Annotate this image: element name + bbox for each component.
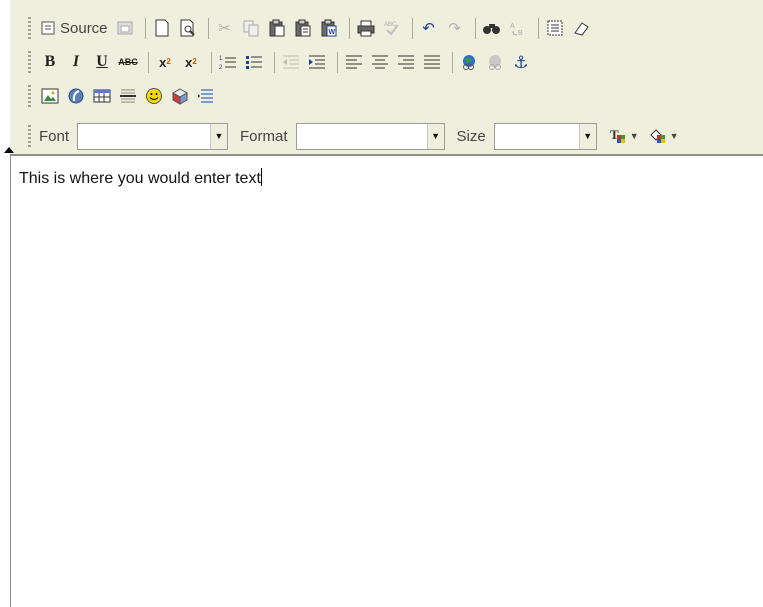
image-icon[interactable] <box>39 85 61 107</box>
svg-text:A: A <box>510 23 515 30</box>
source-button-label: Source <box>60 19 108 37</box>
toolbar-separator <box>274 51 275 73</box>
text-caret <box>260 168 262 186</box>
text-color-button[interactable]: T ▼ <box>609 124 639 148</box>
format-select-value <box>297 124 427 149</box>
toolbar-separator <box>337 51 338 73</box>
table-icon[interactable] <box>91 85 113 107</box>
indent-icon[interactable] <box>306 51 328 73</box>
text-color-icon: T <box>609 127 627 145</box>
background-color-icon <box>649 127 667 145</box>
bulleted-list-icon[interactable] <box>243 51 265 73</box>
align-center-icon[interactable] <box>369 51 391 73</box>
editor-toolbar: Source ✂ W ABC ↶ ↷ A B B I U ABC x 2 x 2… <box>10 0 763 156</box>
toolbar-separator <box>474 17 476 39</box>
underline-icon[interactable]: U <box>91 51 113 73</box>
horizontal-rule-icon[interactable] <box>117 85 139 107</box>
toolbar-separator <box>537 17 539 39</box>
copy-icon[interactable] <box>240 17 262 39</box>
toolbar-separator <box>148 51 149 73</box>
italic-icon[interactable]: I <box>65 51 87 73</box>
special-char-icon[interactable] <box>169 85 191 107</box>
source-icon <box>41 21 55 35</box>
format-select[interactable]: ▼ <box>295 122 445 150</box>
svg-text:2: 2 <box>219 65 223 71</box>
replace-icon[interactable]: AB <box>507 17 529 39</box>
select-all-icon[interactable] <box>544 17 566 39</box>
paste-icon[interactable] <box>266 17 288 39</box>
smiley-icon[interactable] <box>143 85 165 107</box>
collapse-toolbar-icon[interactable] <box>4 147 14 153</box>
size-select[interactable]: ▼ <box>493 122 597 150</box>
toolbar-separator <box>452 51 453 73</box>
font-label: Font <box>39 127 70 145</box>
chevron-down-icon: ▼ <box>669 131 679 141</box>
superscript-icon[interactable]: x2 <box>180 51 202 73</box>
format-label: Format <box>240 127 288 145</box>
paste-word-icon[interactable]: W <box>318 17 340 39</box>
chevron-down-icon[interactable]: ▼ <box>210 123 228 149</box>
anchor-icon[interactable]: ⚓ <box>510 51 532 73</box>
bold-icon[interactable]: B <box>39 51 61 73</box>
editor-content-area[interactable]: This is where you would enter text <box>10 156 763 607</box>
chevron-down-icon[interactable]: ▼ <box>578 123 596 149</box>
toolbar-separator <box>144 17 146 39</box>
editor-text: This is where you would enter text <box>19 168 262 188</box>
preview-icon[interactable] <box>177 17 199 39</box>
toolbar-separator <box>411 17 413 39</box>
toolbar-separator <box>207 17 209 39</box>
unlink-icon[interactable] <box>484 51 506 73</box>
toolbar-grip[interactable] <box>28 85 31 107</box>
chevron-down-icon: ▼ <box>629 131 639 141</box>
editor-text-content: This is where you would enter text <box>19 170 261 187</box>
find-icon[interactable] <box>481 17 503 39</box>
toolbar-separator <box>211 51 212 73</box>
print-icon[interactable] <box>355 17 377 39</box>
eraser-icon[interactable] <box>570 17 592 39</box>
align-left-icon[interactable] <box>343 51 365 73</box>
toolbar-row-1: Source ✂ W ABC ↶ ↷ A B <box>28 13 596 43</box>
numbered-list-icon[interactable]: 12 <box>217 51 239 73</box>
font-select[interactable]: ▼ <box>77 122 229 150</box>
paste-text-icon[interactable] <box>292 17 314 39</box>
align-right-icon[interactable] <box>395 51 417 73</box>
toolbar-grip[interactable] <box>28 125 31 147</box>
source-button[interactable]: Source <box>39 17 110 39</box>
toolbar-grip[interactable] <box>28 51 31 73</box>
new-page-icon[interactable] <box>151 17 173 39</box>
flash-icon[interactable] <box>65 85 87 107</box>
undo-icon[interactable]: ↶ <box>418 17 440 39</box>
svg-text:W: W <box>328 29 335 36</box>
font-select-value <box>78 124 210 149</box>
redo-icon[interactable]: ↷ <box>444 17 466 39</box>
strikethrough-icon[interactable]: ABC <box>117 51 139 73</box>
toolbar-grip[interactable] <box>28 17 31 39</box>
toolbar-row-3 <box>28 81 221 111</box>
size-select-value <box>495 124 579 149</box>
cut-icon[interactable]: ✂ <box>214 17 236 39</box>
toolbar-row-2: B I U ABC x2 x2 12 ⚓ <box>28 47 536 77</box>
svg-text:B: B <box>518 30 523 37</box>
link-icon[interactable] <box>458 51 480 73</box>
toolbar-separator <box>348 17 350 39</box>
size-label: Size <box>456 127 486 145</box>
svg-text:1: 1 <box>219 56 223 62</box>
subscript-icon[interactable]: x2 <box>154 51 176 73</box>
toolbar-row-4: Font ▼ Format ▼ Size ▼ T ▼ ▼ <box>28 120 689 152</box>
save-icon[interactable] <box>114 17 136 39</box>
justify-icon[interactable] <box>421 51 443 73</box>
svg-text:ABC: ABC <box>384 22 397 28</box>
chevron-down-icon[interactable]: ▼ <box>426 123 444 149</box>
page-break-icon[interactable] <box>195 85 217 107</box>
background-color-button[interactable]: ▼ <box>649 124 679 148</box>
spellcheck-icon[interactable]: ABC <box>381 17 403 39</box>
outdent-icon[interactable] <box>280 51 302 73</box>
